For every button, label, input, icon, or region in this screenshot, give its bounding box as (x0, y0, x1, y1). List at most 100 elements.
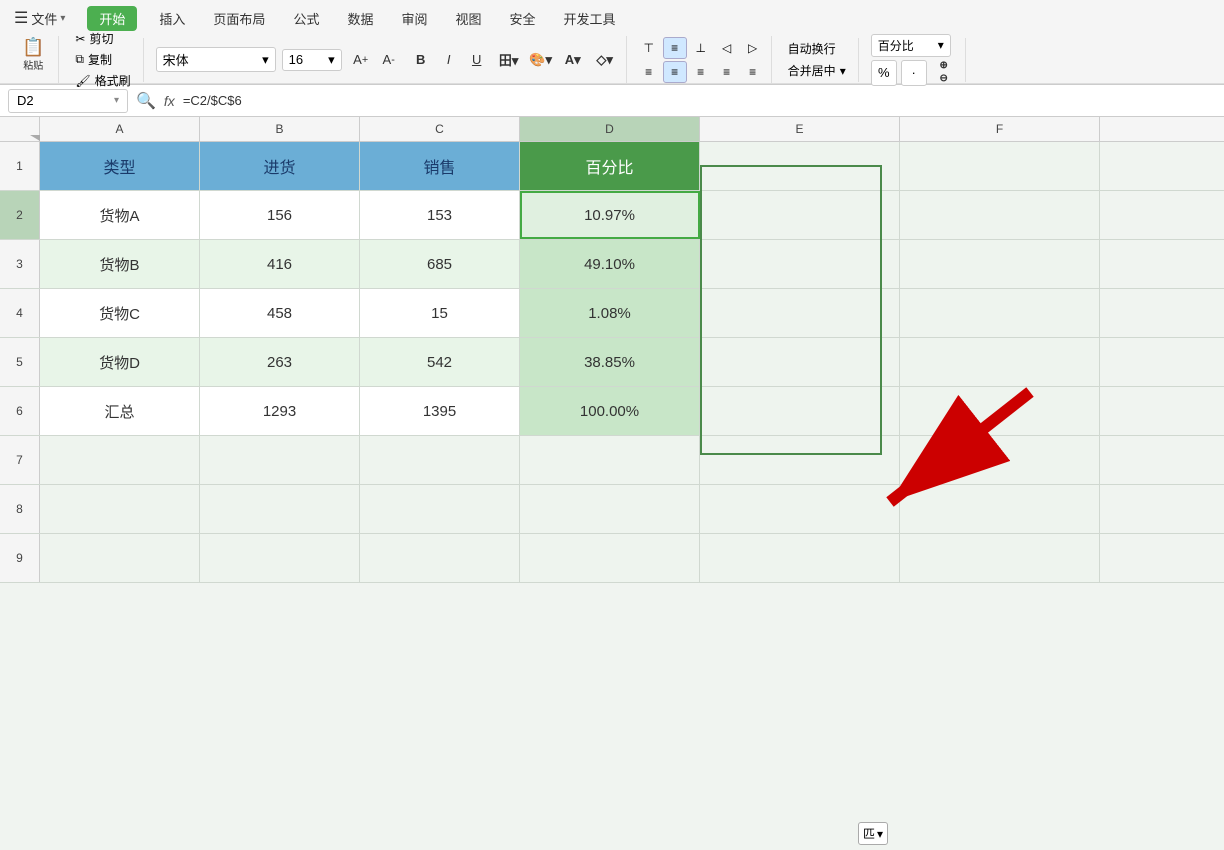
menu-file[interactable]: ☰ 文件 ▾ (8, 6, 71, 30)
cell-a7[interactable] (40, 436, 200, 484)
cell-c4[interactable]: 15 (360, 289, 520, 337)
col-header-d[interactable]: D (520, 117, 700, 141)
row-header-6[interactable]: 6 (0, 387, 40, 435)
col-header-b[interactable]: B (200, 117, 360, 141)
cell-a9[interactable] (40, 534, 200, 582)
cell-b4[interactable]: 458 (200, 289, 360, 337)
border-button[interactable]: 田▾ (496, 47, 522, 73)
cell-b2[interactable]: 156 (200, 191, 360, 239)
row-header-7[interactable]: 7 (0, 436, 40, 484)
cell-a8[interactable] (40, 485, 200, 533)
cell-a6[interactable]: 汇总 (40, 387, 200, 435)
cell-c8[interactable] (360, 485, 520, 533)
bold-button[interactable]: B (408, 47, 434, 73)
erase-button[interactable]: ◇▾ (592, 47, 618, 73)
row-header-2[interactable]: 2 (0, 191, 40, 239)
col-header-f[interactable]: F (900, 117, 1100, 141)
decimal-decrease-button[interactable]: ⊖ (931, 73, 957, 85)
row-header-5[interactable]: 5 (0, 338, 40, 386)
cell-d1[interactable]: 百分比 (520, 142, 700, 190)
cell-reference-box[interactable]: D2 ▾ (8, 89, 128, 113)
col-header-a[interactable]: A (40, 117, 200, 141)
merge-center-button[interactable]: 合并居中 ▾ (784, 61, 850, 80)
cell-a3[interactable]: 货物B (40, 240, 200, 288)
format-painter-button[interactable]: 🖌 格式刷 (71, 71, 134, 90)
font-color-button[interactable]: A▾ (560, 47, 586, 73)
row-header-8[interactable]: 8 (0, 485, 40, 533)
cell-f3[interactable] (900, 240, 1100, 288)
percent-button[interactable]: % (871, 60, 897, 86)
cell-d7[interactable] (520, 436, 700, 484)
align-left-button[interactable]: ≡ (637, 61, 661, 83)
copy-button[interactable]: ⧉ 复制 (71, 50, 134, 69)
menu-security[interactable]: 安全 (504, 7, 542, 30)
menu-start[interactable]: 开始 (87, 6, 137, 31)
cell-c5[interactable]: 542 (360, 338, 520, 386)
font-decrease-button[interactable]: A- (376, 47, 402, 73)
number-format-selector[interactable]: 百分比 ▾ (871, 34, 951, 57)
font-increase-button[interactable]: A+ (348, 47, 374, 73)
align-bottom-button[interactable]: ⊥ (689, 37, 713, 59)
cell-d3[interactable]: 49.10% (520, 240, 700, 288)
cell-b9[interactable] (200, 534, 360, 582)
menu-data[interactable]: 数据 (341, 7, 379, 30)
align-top-button[interactable]: ⊤ (637, 37, 661, 59)
cell-b3[interactable]: 416 (200, 240, 360, 288)
cell-f4[interactable] (900, 289, 1100, 337)
cell-d9[interactable] (520, 534, 700, 582)
wrap-text-button[interactable]: 自动换行 (784, 39, 850, 58)
menu-view[interactable]: 视图 (449, 7, 487, 30)
distribute-button[interactable]: ≡ (741, 61, 765, 83)
menu-formula[interactable]: 公式 (287, 7, 325, 30)
comma-button[interactable]: · (901, 60, 927, 86)
cell-e6[interactable] (700, 387, 900, 435)
cell-a1[interactable]: 类型 (40, 142, 200, 190)
cell-e1[interactable] (700, 142, 900, 190)
cell-b1[interactable]: 进货 (200, 142, 360, 190)
row-header-9[interactable]: 9 (0, 534, 40, 582)
fill-color-button[interactable]: 🎨▾ (528, 47, 554, 73)
cell-d4[interactable]: 1.08% (520, 289, 700, 337)
menu-review[interactable]: 审阅 (395, 7, 433, 30)
formula-input[interactable] (183, 89, 1216, 113)
cell-c7[interactable] (360, 436, 520, 484)
indent-decrease-button[interactable]: ◁ (715, 37, 739, 59)
decimal-increase-button[interactable]: ⊕ (931, 60, 957, 72)
cell-d6[interactable]: 100.00% (520, 387, 700, 435)
menu-page-layout[interactable]: 页面布局 (207, 7, 271, 30)
paste-button[interactable]: 📋 粘贴 (16, 36, 50, 74)
cell-f1[interactable] (900, 142, 1100, 190)
align-center-button[interactable]: ≡ (663, 61, 687, 83)
cell-a2[interactable]: 货物A (40, 191, 200, 239)
underline-button[interactable]: U (464, 47, 490, 73)
cell-b7[interactable] (200, 436, 360, 484)
row-header-4[interactable]: 4 (0, 289, 40, 337)
col-header-e[interactable]: E (700, 117, 900, 141)
cell-b8[interactable] (200, 485, 360, 533)
cell-f2[interactable] (900, 191, 1100, 239)
cell-c9[interactable] (360, 534, 520, 582)
indent-increase-button[interactable]: ▷ (741, 37, 765, 59)
cell-a5[interactable]: 货物D (40, 338, 200, 386)
cell-e8[interactable] (700, 485, 900, 533)
cell-d5[interactable]: 38.85% (520, 338, 700, 386)
cell-d8[interactable] (520, 485, 700, 533)
paste-options-button[interactable]: 匹 ▾ (858, 822, 888, 845)
align-justify-button[interactable]: ≡ (715, 61, 739, 83)
select-all-triangle[interactable] (0, 117, 40, 141)
cell-f6[interactable] (900, 387, 1100, 435)
align-middle-button[interactable]: ≡ (663, 37, 687, 59)
cell-c3[interactable]: 685 (360, 240, 520, 288)
cell-e4[interactable] (700, 289, 900, 337)
cell-d2[interactable]: 10.97% (520, 191, 700, 239)
cell-b5[interactable]: 263 (200, 338, 360, 386)
menu-insert[interactable]: 插入 (153, 7, 191, 30)
cell-f7[interactable] (900, 436, 1100, 484)
cell-e3[interactable] (700, 240, 900, 288)
cell-e5[interactable] (700, 338, 900, 386)
cell-a4[interactable]: 货物C (40, 289, 200, 337)
cut-button[interactable]: ✂ 剪切 (71, 29, 134, 48)
italic-button[interactable]: I (436, 47, 462, 73)
cell-b6[interactable]: 1293 (200, 387, 360, 435)
row-header-1[interactable]: 1 (0, 142, 40, 190)
